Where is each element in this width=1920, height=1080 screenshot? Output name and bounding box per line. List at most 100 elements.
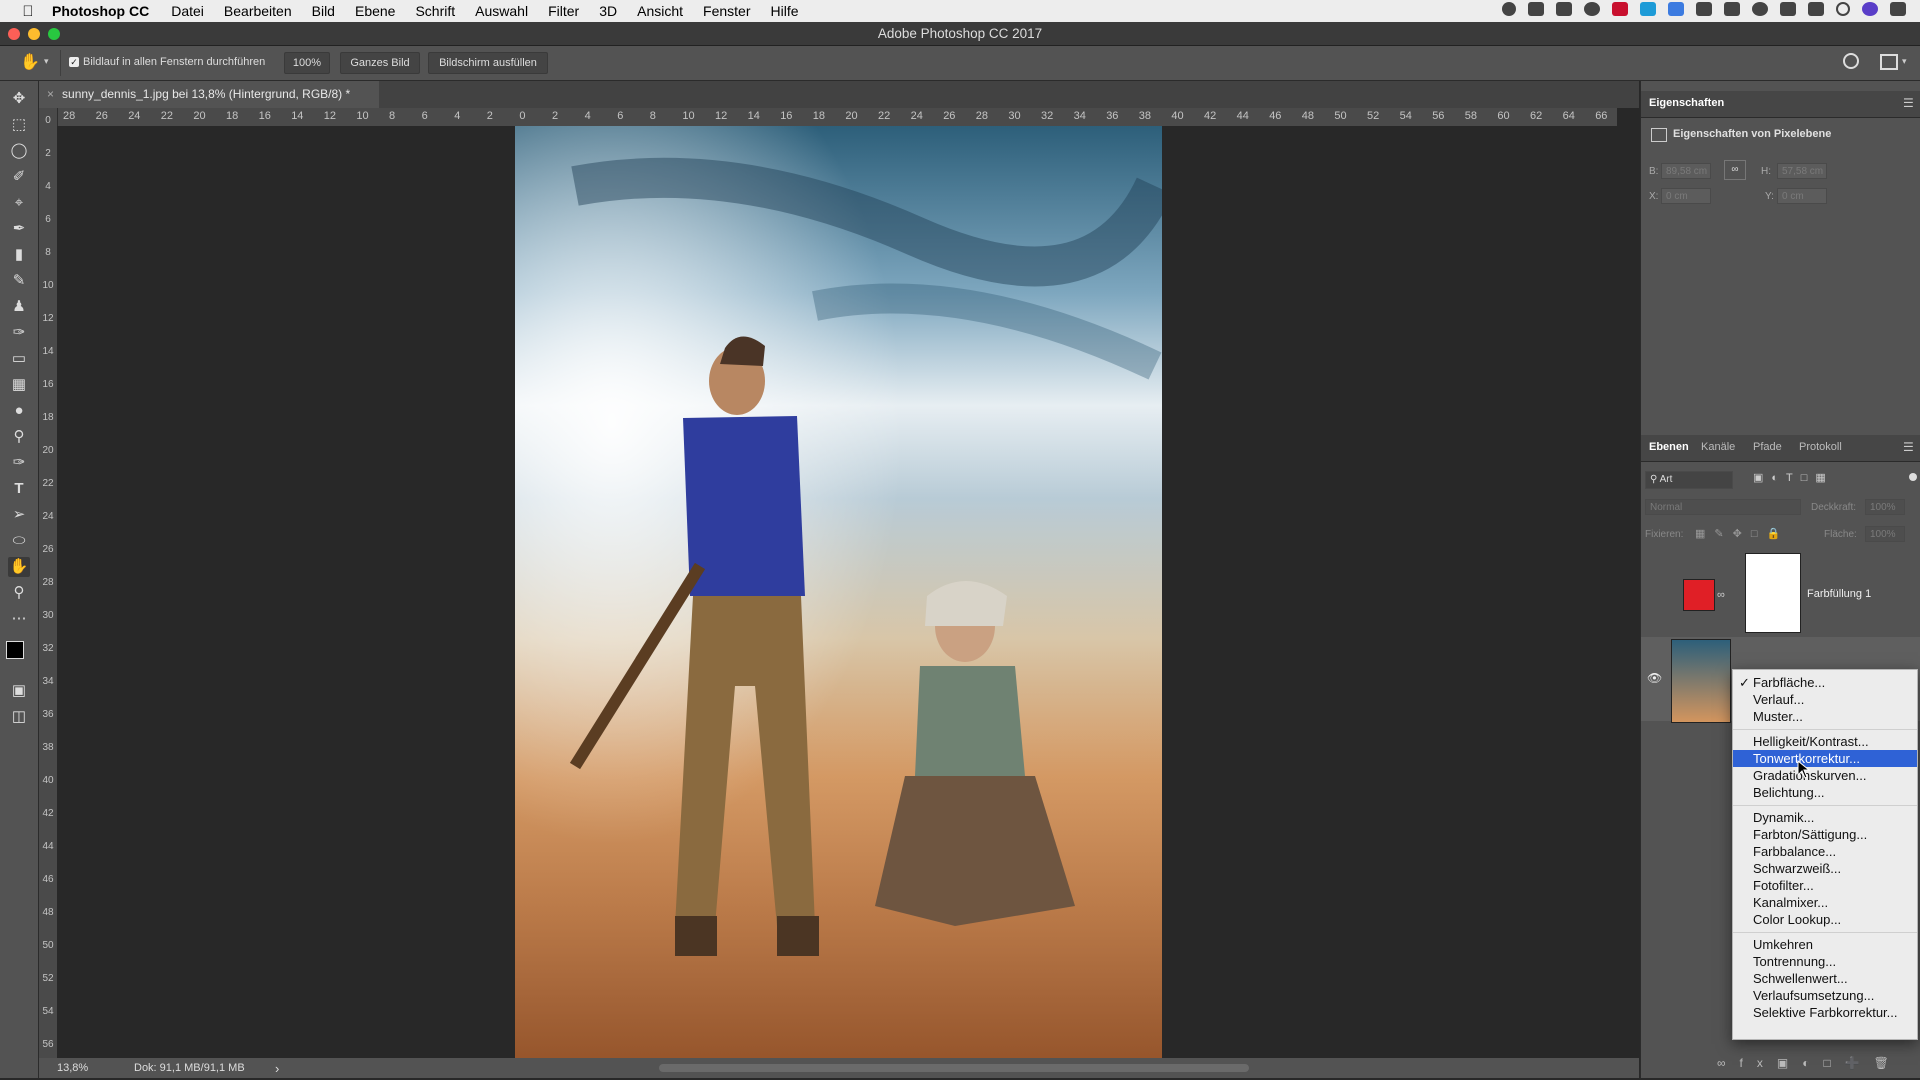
menu-hilfe[interactable]: Hilfe (771, 3, 799, 19)
zoom-level[interactable]: 13,8% (57, 1062, 88, 1074)
spotlight-icon[interactable] (1836, 2, 1850, 16)
menu-3d[interactable]: 3D (599, 3, 617, 19)
menu-fenster[interactable]: Fenster (703, 3, 750, 19)
y-field[interactable]: 0 cm (1777, 188, 1827, 204)
path-selection-tool-icon[interactable]: ➢ (8, 505, 30, 525)
blend-mode-select[interactable]: Normal (1645, 499, 1801, 515)
airplay-icon[interactable] (1724, 2, 1740, 16)
notification-center-icon[interactable] (1890, 2, 1906, 16)
brush-tool-icon[interactable]: ✎ (8, 271, 30, 291)
gradient-tool-icon[interactable]: ▦ (8, 375, 30, 395)
acrobat-icon[interactable] (1612, 2, 1628, 16)
record-icon[interactable] (1502, 2, 1516, 16)
layer-filter-select[interactable]: ⚲ Art (1645, 471, 1733, 489)
menu-item-umkehren[interactable]: Umkehren (1733, 936, 1917, 953)
menu-item-color-lookup[interactable]: Color Lookup... (1733, 911, 1917, 928)
eye-icon[interactable]: 👁 (1647, 671, 1662, 685)
fill-color-thumbnail[interactable] (1683, 579, 1715, 611)
menu-item-schwarzweiss[interactable]: Schwarzweiß... (1733, 860, 1917, 877)
quick-mask-icon[interactable]: ▣ (8, 681, 30, 701)
menu-item-fotofilter[interactable]: Fotofilter... (1733, 877, 1917, 894)
tab-eigenschaften[interactable]: Eigenschaften (1649, 97, 1724, 109)
menu-item-farbbalance[interactable]: Farbbalance... (1733, 843, 1917, 860)
hand-tool-icon[interactable]: ✋ (8, 557, 30, 577)
layer-thumbnail[interactable] (1671, 639, 1731, 723)
screen-mode-icon[interactable]: ◫ (8, 707, 30, 727)
menu-datei[interactable]: Datei (171, 3, 204, 19)
lasso-tool-icon[interactable]: ◯ (8, 141, 30, 161)
foreground-color-swatch[interactable] (6, 641, 24, 659)
marquee-tool-icon[interactable]: ⬚ (8, 115, 30, 135)
timemachine-icon[interactable] (1752, 2, 1768, 16)
quick-selection-tool-icon[interactable]: ✐ (8, 167, 30, 187)
panel-menu-icon[interactable]: ☰ (1903, 440, 1914, 454)
tab-pfade[interactable]: Pfade (1753, 441, 1782, 453)
history-brush-tool-icon[interactable]: ✑ (8, 323, 30, 343)
layer-actions[interactable]: ∞fx▣◐□➕🗑 (1717, 1056, 1903, 1070)
menu-item-gradationskurven[interactable]: Gradationskurven... (1733, 767, 1917, 784)
tab-ebenen[interactable]: Ebenen (1649, 441, 1689, 453)
zoom-tool-icon[interactable]: ⚲ (8, 583, 30, 603)
opacity-field[interactable]: 100% (1865, 499, 1905, 515)
crop-tool-icon[interactable]: ⌖ (8, 193, 30, 213)
printer-icon[interactable] (1696, 2, 1712, 16)
layer-mask-thumbnail[interactable] (1745, 553, 1801, 633)
siri-icon[interactable] (1862, 2, 1878, 16)
menu-item-farbton-saettigung[interactable]: Farbton/Sättigung... (1733, 826, 1917, 843)
workspace-icon[interactable] (1880, 54, 1898, 70)
pen-tool-icon[interactable]: ✑ (8, 453, 30, 473)
fill-field[interactable]: 100% (1865, 526, 1905, 542)
bluetooth-icon[interactable] (1780, 2, 1796, 16)
app-menu[interactable]: Photoshop CC (52, 3, 149, 19)
clone-stamp-tool-icon[interactable]: ♟ (8, 297, 30, 317)
menu-item-verlaufsumsetzung[interactable]: Verlaufsumsetzung... (1733, 987, 1917, 1004)
layer-name[interactable]: Farbfüllung 1 (1807, 588, 1871, 600)
width-field[interactable]: 89,58 cm (1661, 163, 1711, 179)
menu-bild[interactable]: Bild (312, 3, 335, 19)
hand-tool-preset-icon[interactable]: ✋ (20, 52, 40, 72)
document-image[interactable] (515, 126, 1162, 1058)
chevron-down-icon[interactable]: ▾ (1902, 56, 1907, 67)
layer-filter-icons[interactable]: ▣◐T□▦ (1753, 471, 1834, 484)
menu-item-selektive-farbkorrektur[interactable]: Selektive Farbkorrektur... (1733, 1004, 1917, 1021)
creative-cloud-icon[interactable] (1584, 2, 1600, 16)
close-tab-icon[interactable]: × (47, 87, 54, 101)
link-icon[interactable]: ∞ (1724, 160, 1746, 180)
type-tool-icon[interactable]: T (8, 479, 30, 499)
height-field[interactable]: 57,58 cm (1777, 163, 1827, 179)
display-icon[interactable] (1556, 2, 1572, 16)
panel-menu-icon[interactable]: ☰ (1903, 96, 1914, 110)
menu-item-tonwertkorrektur[interactable]: Tonwertkorrektur... (1733, 750, 1917, 767)
menu-item-muster[interactable]: Muster... (1733, 708, 1917, 725)
horizontal-scrollbar[interactable] (659, 1064, 1249, 1072)
wifi-icon[interactable] (1808, 2, 1824, 16)
menu-item-verlauf[interactable]: Verlauf... (1733, 691, 1917, 708)
menu-item-helligkeit-kontrast[interactable]: Helligkeit/Kontrast... (1733, 733, 1917, 750)
healing-brush-tool-icon[interactable]: ▮ (8, 245, 30, 265)
drive-icon[interactable] (1668, 2, 1684, 16)
scroll-all-checkbox[interactable]: ✓ (69, 57, 79, 67)
more-tools-icon[interactable]: ⋯ (8, 609, 30, 629)
search-icon[interactable] (1843, 53, 1859, 69)
lock-icons[interactable]: ▦✎✥□🔒 (1695, 527, 1789, 540)
eyedropper-tool-icon[interactable]: ✒ (8, 219, 30, 239)
zoom-100-button[interactable]: 100% (284, 52, 330, 74)
menu-item-belichtung[interactable]: Belichtung... (1733, 784, 1917, 801)
blur-tool-icon[interactable]: ● (8, 401, 30, 421)
tab-kanaele[interactable]: Kanäle (1701, 441, 1735, 453)
chevron-down-icon[interactable]: ▾ (44, 56, 49, 67)
x-field[interactable]: 0 cm (1661, 188, 1711, 204)
ellipse-tool-icon[interactable]: ⬭ (8, 531, 30, 551)
filter-toggle-icon[interactable] (1909, 473, 1917, 481)
link-icon[interactable]: ∞ (1717, 589, 1725, 601)
menu-ansicht[interactable]: Ansicht (637, 3, 683, 19)
fill-screen-button[interactable]: Bildschirm ausfüllen (428, 52, 548, 74)
tab-protokoll[interactable]: Protokoll (1799, 441, 1842, 453)
menu-item-farbflaeche[interactable]: ✓ Farbfläche... (1733, 674, 1917, 691)
move-tool-icon[interactable]: ✥ (8, 89, 30, 109)
menu-schrift[interactable]: Schrift (415, 3, 455, 19)
dodge-tool-icon[interactable]: ⚲ (8, 427, 30, 447)
menu-extra-icon[interactable] (1528, 2, 1544, 16)
menu-item-kanalmixer[interactable]: Kanalmixer... (1733, 894, 1917, 911)
layer-row-farbfuellung[interactable]: ∞ Farbfüllung 1 (1641, 551, 1920, 635)
